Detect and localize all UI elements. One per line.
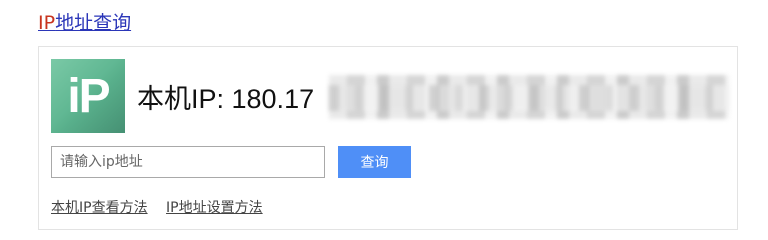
ip-logo-icon: iP	[51, 59, 125, 133]
ip-lookup-card: iP 本机IP: 180.17 查询 本机IP查看方法 IP地址设置方法	[38, 46, 738, 230]
logo-text: iP	[67, 69, 110, 123]
page-title-link[interactable]: IP地址查询	[38, 8, 131, 38]
title-rest-text: 地址查询	[55, 12, 132, 34]
redacted-ip-blur-overlay	[329, 85, 729, 111]
title-ip-text: IP	[38, 12, 56, 34]
ip-setting-help-link[interactable]: IP地址设置方法	[166, 200, 263, 216]
help-links: 本机IP查看方法 IP地址设置方法	[51, 197, 277, 217]
local-ip-help-link[interactable]: 本机IP查看方法	[51, 200, 148, 216]
ip-search-input[interactable]	[51, 146, 325, 178]
search-button[interactable]: 查询	[338, 146, 411, 178]
local-ip-text: 本机IP: 180.17	[137, 84, 315, 114]
